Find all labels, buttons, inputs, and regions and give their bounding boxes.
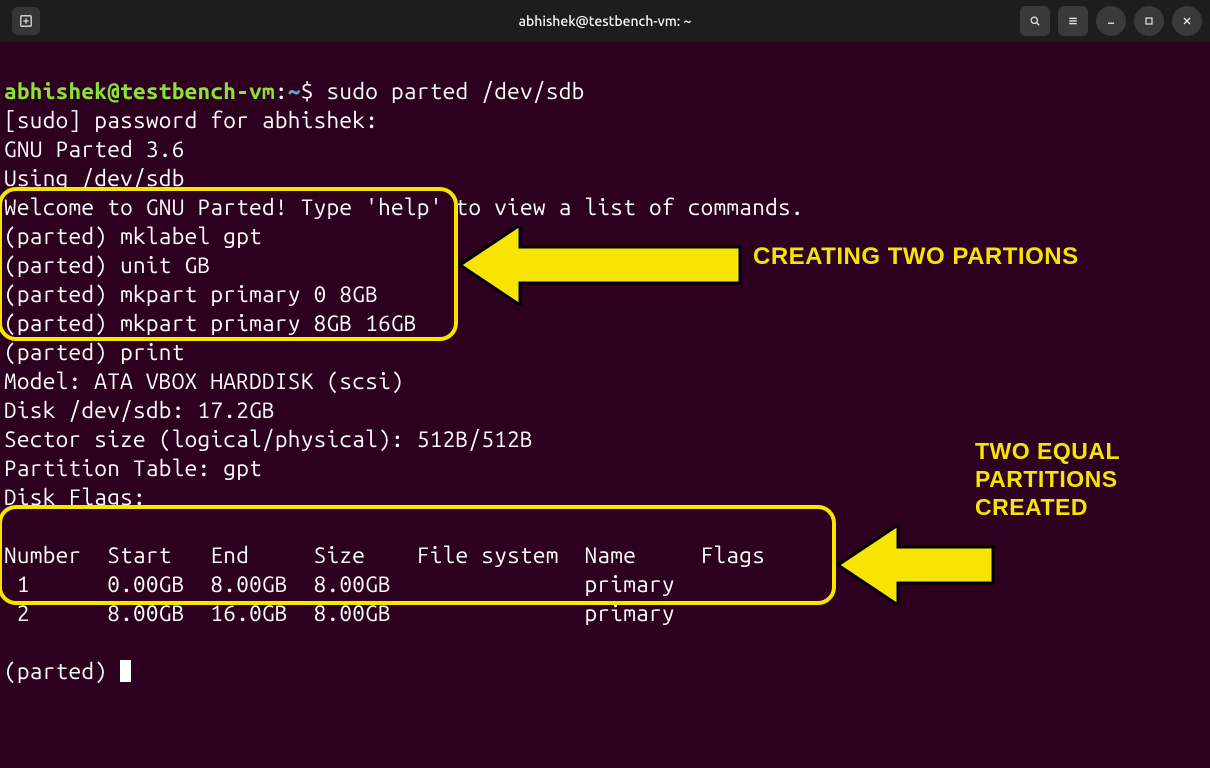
prompt-path: ~ [288, 79, 301, 104]
output-line: GNU Parted 3.6 [4, 137, 185, 162]
close-icon [1181, 15, 1193, 27]
window-titlebar: abhishek@testbench-vm: ~ [0, 0, 1210, 42]
prompt-dollar: $ [301, 79, 314, 104]
typed-command: sudo parted /dev/sdb [327, 79, 585, 104]
output-line: Disk /dev/sdb: 17.2GB [4, 398, 275, 423]
parted-prompt: (parted) [4, 659, 120, 684]
parted-line: (parted) print [4, 340, 185, 365]
output-line: Model: ATA VBOX HARDDISK (scsi) [4, 369, 404, 394]
annotation-label-2: TWO EQUAL PARTITIONS CREATED [975, 437, 1120, 521]
hamburger-icon [1067, 15, 1079, 27]
table-row: 2 8.00GB 16.0GB 8.00GB primary [4, 601, 675, 626]
annotation-arrow-2 [838, 525, 998, 605]
new-tab-button[interactable] [12, 7, 40, 35]
parted-line: (parted) mkpart primary 0 8GB [4, 282, 378, 307]
parted-line: (parted) mkpart primary 8GB 16GB [4, 311, 417, 336]
terminal-area[interactable]: abhishek@testbench-vm:~$ sudo parted /de… [0, 42, 1210, 690]
prompt-sep: : [275, 79, 288, 104]
output-line: Welcome to GNU Parted! Type 'help' to vi… [4, 195, 804, 220]
maximize-icon [1143, 15, 1155, 27]
annotation-arrow-1 [460, 225, 750, 305]
new-tab-icon [19, 14, 33, 28]
maximize-button[interactable] [1134, 6, 1164, 36]
output-line: Disk Flags: [4, 485, 146, 510]
output-line: Using /dev/sdb [4, 166, 185, 191]
terminal-cursor [120, 660, 131, 682]
hamburger-menu-button[interactable] [1058, 6, 1088, 36]
prompt-user-host: abhishek@testbench-vm [4, 79, 275, 104]
table-header: Number Start End Size File system Name F… [4, 543, 765, 568]
table-row: 1 0.00GB 8.00GB 8.00GB primary [4, 572, 675, 597]
search-icon [1029, 15, 1041, 27]
window-controls [1020, 6, 1202, 36]
window-title: abhishek@testbench-vm: ~ [519, 13, 692, 29]
minimize-icon [1105, 15, 1117, 27]
output-line: [sudo] password for abhishek: [4, 108, 378, 133]
output-line: Sector size (logical/physical): 512B/512… [4, 427, 533, 452]
minimize-button[interactable] [1096, 6, 1126, 36]
close-button[interactable] [1172, 6, 1202, 36]
search-button[interactable] [1020, 6, 1050, 36]
annotation-label-1: CREATING TWO PARTIONS [753, 243, 1079, 271]
parted-line: (parted) mklabel gpt [4, 224, 262, 249]
output-line: Partition Table: gpt [4, 456, 262, 481]
parted-line: (parted) unit GB [4, 253, 210, 278]
